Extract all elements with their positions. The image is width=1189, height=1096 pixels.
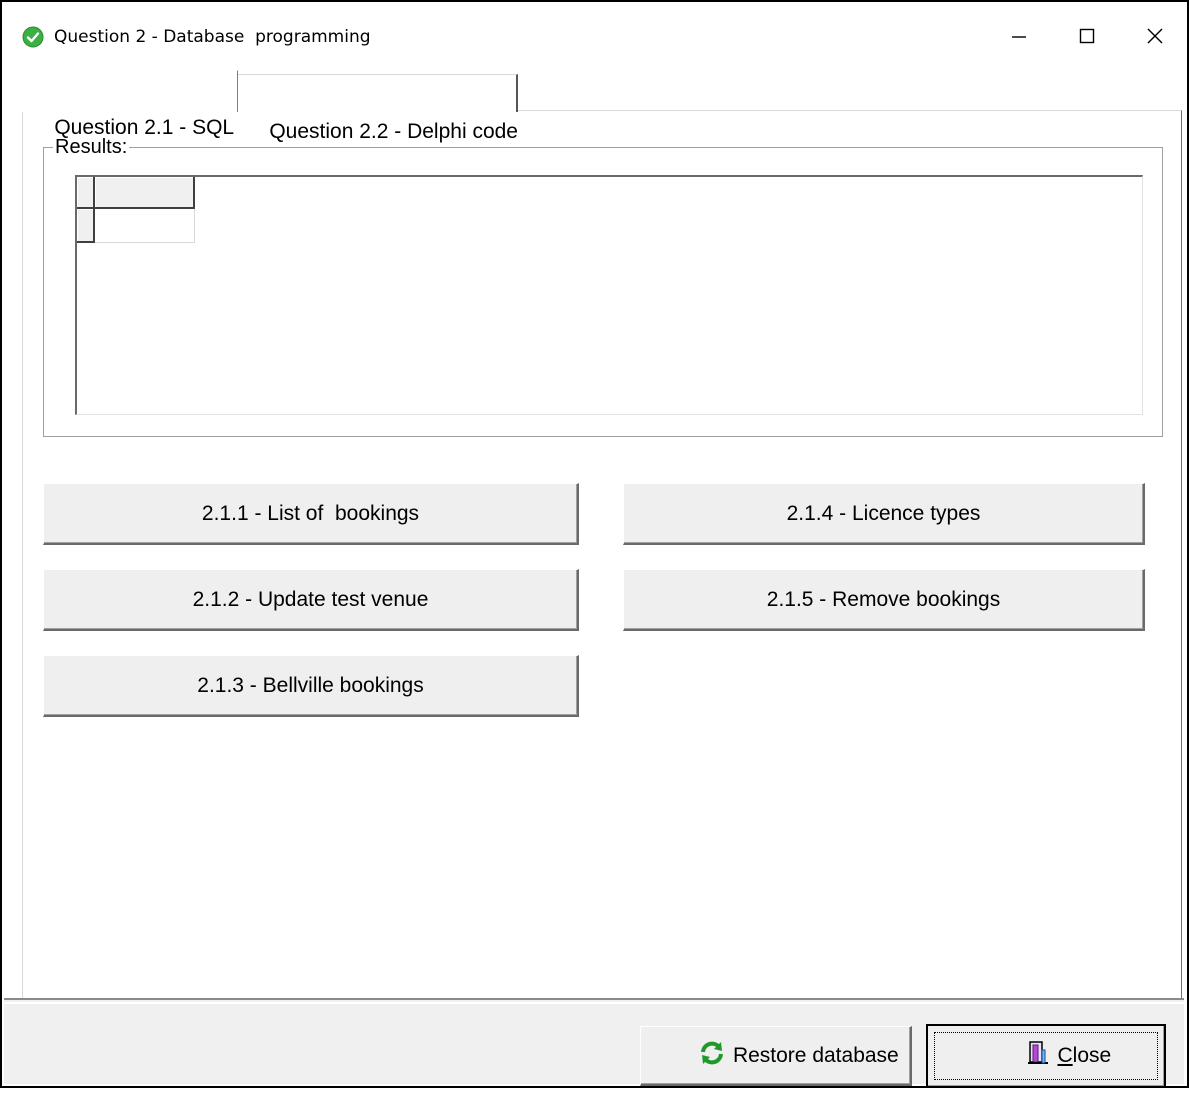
- tab-question-2-1-sql[interactable]: Question 2.1 - SQL: [22, 70, 238, 139]
- check-circle-icon: [22, 26, 44, 48]
- results-grid[interactable]: [75, 175, 1143, 415]
- tab-page-sql: Results: 2.1.1 - List of bookings 2.1.2 …: [22, 110, 1182, 998]
- bellville-bookings-button[interactable]: 2.1.3 - Bellville bookings: [43, 655, 579, 717]
- app-window: Question 2 - Database programming Questi…: [0, 0, 1189, 1088]
- refresh-icon: [652, 1016, 725, 1096]
- close-window-button[interactable]: [1123, 16, 1187, 56]
- restore-database-button[interactable]: Restore database: [640, 1026, 912, 1086]
- grid-row-indicator[interactable]: [77, 209, 95, 243]
- grid-corner-cell: [77, 177, 95, 209]
- tab-label: Question 2.1 - SQL: [54, 116, 235, 139]
- minimize-icon: [1012, 36, 1026, 38]
- grid-column-header[interactable]: [95, 177, 195, 209]
- licence-types-button[interactable]: 2.1.4 - Licence types: [623, 483, 1145, 545]
- panel-highlight: [4, 1002, 1184, 1004]
- tab-label: Question 2.2 - Delphi code: [269, 120, 518, 143]
- list-of-bookings-button[interactable]: 2.1.1 - List of bookings: [43, 483, 579, 545]
- bottom-panel: Restore database Close: [4, 998, 1184, 1088]
- maximize-button[interactable]: [1055, 16, 1119, 56]
- remove-bookings-button[interactable]: 2.1.5 - Remove bookings: [623, 569, 1145, 631]
- grid-data-cell[interactable]: [95, 209, 195, 243]
- focus-rectangle: [934, 1032, 1158, 1080]
- close-icon: [1147, 28, 1163, 44]
- title-bar[interactable]: Question 2 - Database programming: [2, 2, 1187, 68]
- minimize-button[interactable]: [987, 16, 1051, 56]
- restore-database-label: Restore database: [732, 1043, 899, 1067]
- tab-question-2-2-delphi[interactable]: Question 2.2 - Delphi code: [238, 74, 518, 143]
- update-test-venue-button[interactable]: 2.1.2 - Update test venue: [43, 569, 579, 631]
- close-button[interactable]: Close: [926, 1024, 1166, 1088]
- maximize-icon: [1079, 28, 1095, 44]
- window-title: Question 2 - Database programming: [54, 27, 371, 47]
